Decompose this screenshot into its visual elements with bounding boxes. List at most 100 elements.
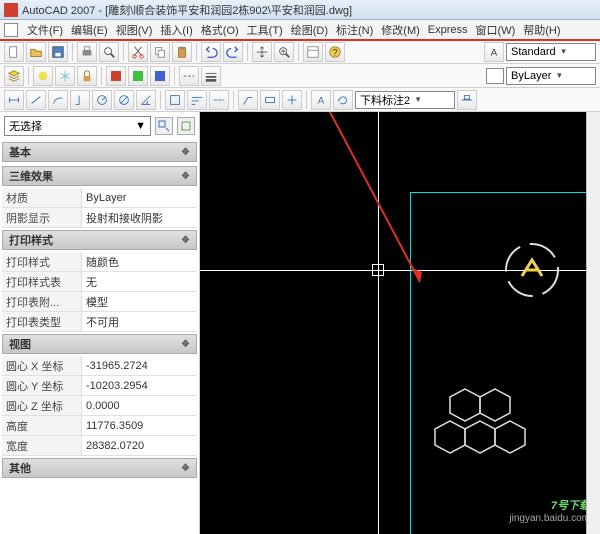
cut-button[interactable] <box>128 42 148 62</box>
dim-continue-button[interactable] <box>209 90 229 110</box>
dropdown-icon: ▼ <box>560 47 568 56</box>
menu-format[interactable]: 格式(O) <box>198 22 242 38</box>
preview-button[interactable] <box>99 42 119 62</box>
prop-width[interactable]: 宽度 28382.0720 <box>2 436 197 456</box>
dim-style-manager-button[interactable] <box>457 90 477 110</box>
redo-button[interactable] <box>223 42 243 62</box>
menu-modify[interactable]: 修改(M) <box>378 22 423 38</box>
linetype-button[interactable] <box>179 66 199 86</box>
section-basic[interactable]: 基本 ❖ <box>2 142 197 162</box>
section-threed[interactable]: 三维效果 ❖ <box>2 166 197 186</box>
undo-button[interactable] <box>201 42 221 62</box>
menu-insert[interactable]: 插入(I) <box>157 22 195 38</box>
new-button[interactable] <box>4 42 24 62</box>
prop-plotstyle[interactable]: 打印样式 随颜色 <box>2 252 197 272</box>
svg-text:?: ? <box>332 47 337 58</box>
selection-value: 无选择 <box>9 118 42 134</box>
layer-lock-icon[interactable] <box>77 66 97 86</box>
quickselect-button[interactable] <box>155 117 173 135</box>
prop-plotattach[interactable]: 打印表附... 模型 <box>2 292 197 312</box>
prop-material[interactable]: 材质 ByLayer <box>2 188 197 208</box>
properties-panel: 无选择 ▼ 基本 ❖ 三维效果 ❖ 材质 ByLayer 阴影显示 投射和接收阴… <box>0 112 200 534</box>
properties-button[interactable] <box>303 42 323 62</box>
layer-state-icon[interactable] <box>33 66 53 86</box>
menu-window[interactable]: 窗口(W) <box>473 22 519 38</box>
dim-baseline-button[interactable] <box>187 90 207 110</box>
menu-tools[interactable]: 工具(T) <box>244 22 286 38</box>
menu-edit[interactable]: 编辑(E) <box>68 22 111 38</box>
menu-view[interactable]: 视图(V) <box>113 22 156 38</box>
dropdown-icon: ▼ <box>414 95 422 104</box>
save-button[interactable] <box>48 42 68 62</box>
expand-icon: ❖ <box>181 171 190 182</box>
color-blue-icon[interactable] <box>150 66 170 86</box>
print-button[interactable] <box>77 42 97 62</box>
dim-quick-button[interactable] <box>165 90 185 110</box>
prop-shadow[interactable]: 阴影显示 投射和接收阴影 <box>2 208 197 228</box>
dropdown-icon: ▼ <box>555 71 563 80</box>
expand-icon: ❖ <box>181 235 190 246</box>
paste-button[interactable] <box>172 42 192 62</box>
zoom-button[interactable] <box>274 42 294 62</box>
lineweight-button[interactable] <box>201 66 221 86</box>
layer-value: ByLayer <box>511 70 551 82</box>
drawing-canvas[interactable]: 7号下载 jingyan.baidu.com <box>200 112 600 534</box>
section-view[interactable]: 视图 ❖ <box>2 334 197 354</box>
vertical-scrollbar[interactable] <box>586 112 600 534</box>
dim-radius-button[interactable] <box>92 90 112 110</box>
copy-button[interactable] <box>150 42 170 62</box>
title-bar: AutoCAD 2007 - [雕刻\顺合装饰平安和润园2栋902\平安和润园.… <box>0 0 600 20</box>
svg-text:A: A <box>318 95 325 106</box>
prop-centerz[interactable]: 圆心 Z 坐标 0.0000 <box>2 396 197 416</box>
dim-arc-button[interactable] <box>48 90 68 110</box>
expand-icon: ❖ <box>181 147 190 158</box>
dim-ordinate-button[interactable] <box>70 90 90 110</box>
pan-button[interactable] <box>252 42 272 62</box>
dim-update-button[interactable] <box>333 90 353 110</box>
dim-diameter-button[interactable] <box>114 90 134 110</box>
section-other[interactable]: 其他 ❖ <box>2 458 197 478</box>
text-style-combo[interactable]: Standard ▼ <box>506 43 596 61</box>
color-red-icon[interactable] <box>106 66 126 86</box>
pickadd-button[interactable] <box>177 117 195 135</box>
menu-express[interactable]: Express <box>425 24 471 36</box>
layer-manager-button[interactable] <box>4 66 24 86</box>
expand-icon: ❖ <box>181 339 190 350</box>
dim-leader-button[interactable] <box>238 90 258 110</box>
menu-file[interactable]: 文件(F) <box>24 22 66 38</box>
drawing-hexagons <box>420 384 540 474</box>
prop-height[interactable]: 高度 11776.3509 <box>2 416 197 436</box>
dimension-toolbar: A 下料标注2 ▼ <box>0 88 600 112</box>
crosshair-pickbox <box>372 264 384 276</box>
menu-dimension[interactable]: 标注(N) <box>333 22 376 38</box>
open-button[interactable] <box>26 42 46 62</box>
text-style-icon[interactable]: A <box>484 42 504 62</box>
dim-edit-button[interactable]: A <box>311 90 331 110</box>
layer-freeze-icon[interactable] <box>55 66 75 86</box>
menu-help[interactable]: 帮助(H) <box>520 22 563 38</box>
selection-combo[interactable]: 无选择 ▼ <box>4 116 151 136</box>
dim-center-button[interactable] <box>282 90 302 110</box>
window-title: AutoCAD 2007 - [雕刻\顺合装饰平安和润园2栋902\平安和润园.… <box>22 2 352 18</box>
drawing-symbol-circle <box>504 242 560 298</box>
dim-aligned-button[interactable] <box>26 90 46 110</box>
help-button[interactable]: ? <box>325 42 345 62</box>
dim-tolerance-button[interactable] <box>260 90 280 110</box>
dim-linear-button[interactable] <box>4 90 24 110</box>
crosshair-vertical <box>378 112 379 534</box>
color-swatch[interactable] <box>486 68 504 84</box>
dim-angular-button[interactable] <box>136 90 156 110</box>
layer-combo[interactable]: ByLayer ▼ <box>506 67 596 85</box>
menu-bar: 文件(F) 编辑(E) 视图(V) 插入(I) 格式(O) 工具(T) 绘图(D… <box>0 20 600 40</box>
menu-draw[interactable]: 绘图(D) <box>288 22 331 38</box>
prop-centerx[interactable]: 圆心 X 坐标 -31965.2724 <box>2 356 197 376</box>
prop-plottype[interactable]: 打印表类型 不可用 <box>2 312 197 332</box>
prop-centery[interactable]: 圆心 Y 坐标 -10203.2954 <box>2 376 197 396</box>
prop-plottable[interactable]: 打印样式表 无 <box>2 272 197 292</box>
dim-style-combo[interactable]: 下料标注2 ▼ <box>355 91 455 109</box>
color-green-icon[interactable] <box>128 66 148 86</box>
app-icon <box>4 3 18 17</box>
section-print[interactable]: 打印样式 ❖ <box>2 230 197 250</box>
watermark: 7号下载 jingyan.baidu.com <box>509 497 590 524</box>
dropdown-icon: ▼ <box>135 120 146 132</box>
